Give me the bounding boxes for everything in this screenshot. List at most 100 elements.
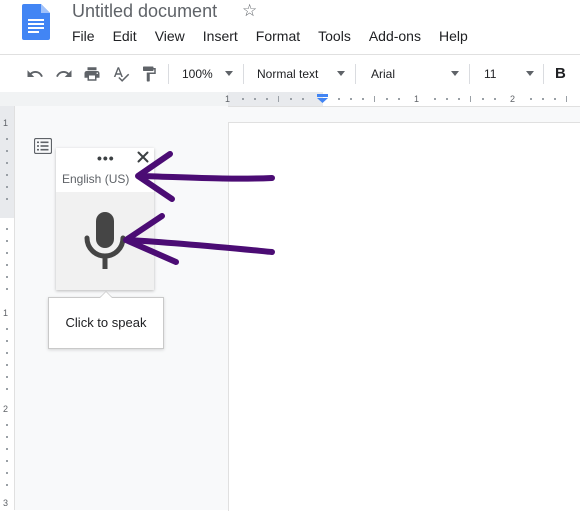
ruler-number: 1 bbox=[3, 308, 9, 318]
ruler-mark bbox=[6, 352, 8, 354]
ruler-mark bbox=[6, 228, 8, 230]
ruler-mark bbox=[458, 98, 460, 100]
ruler-mark bbox=[6, 288, 8, 290]
ruler-mark bbox=[6, 198, 8, 200]
ruler-mark bbox=[6, 328, 8, 330]
ruler-mark bbox=[278, 96, 279, 102]
ruler-mark bbox=[530, 98, 532, 100]
toolbar-divider bbox=[469, 64, 470, 84]
ruler-mark bbox=[6, 484, 8, 486]
font-chevron-down-icon[interactable] bbox=[451, 71, 459, 76]
ruler-mark bbox=[6, 150, 8, 152]
ruler-mark bbox=[482, 98, 484, 100]
docs-logo-icon[interactable] bbox=[22, 4, 50, 40]
vertical-ruler: 1 1 2 3 bbox=[0, 106, 15, 510]
ruler-mark bbox=[6, 252, 8, 254]
ruler-mark bbox=[6, 276, 8, 278]
toolbar-divider bbox=[168, 64, 169, 84]
menu-tools[interactable]: Tools bbox=[309, 26, 360, 46]
voice-typing-panel: ••• English (US) bbox=[56, 148, 154, 290]
menu-bar: File Edit View Insert Format Tools Add-o… bbox=[62, 26, 477, 46]
indent-marker-icon[interactable] bbox=[317, 94, 328, 103]
speak-tooltip: Click to speak bbox=[48, 297, 164, 349]
bold-button[interactable]: B bbox=[555, 55, 566, 92]
spellcheck-icon[interactable] bbox=[111, 55, 131, 92]
menu-help[interactable]: Help bbox=[430, 26, 477, 46]
ruler-mark bbox=[6, 436, 8, 438]
close-icon[interactable] bbox=[136, 150, 150, 164]
microphone-icon[interactable] bbox=[82, 212, 128, 272]
ruler-number: 3 bbox=[3, 498, 9, 508]
ruler-number: 2 bbox=[3, 404, 9, 414]
app-header: Untitled document ☆ File Edit View Inser… bbox=[0, 0, 580, 52]
ruler-number: 1 bbox=[3, 118, 9, 128]
document-title[interactable]: Untitled document bbox=[72, 0, 217, 22]
mic-button[interactable] bbox=[56, 192, 154, 290]
size-chevron-down-icon[interactable] bbox=[526, 71, 534, 76]
ruler-mark bbox=[6, 364, 8, 366]
zoom-chevron-down-icon[interactable] bbox=[225, 71, 233, 76]
document-outline-icon[interactable] bbox=[34, 138, 52, 154]
font-size-value: 11 bbox=[484, 66, 497, 81]
ruler-mark bbox=[6, 388, 8, 390]
ruler-mark bbox=[6, 162, 8, 164]
ruler-mark bbox=[374, 96, 375, 102]
tooltip-pointer-fill bbox=[100, 292, 112, 298]
ruler-mark bbox=[6, 340, 8, 342]
ruler-mark bbox=[254, 98, 256, 100]
paragraph-style-select[interactable]: Normal text bbox=[257, 55, 347, 92]
style-chevron-down-icon[interactable] bbox=[337, 71, 345, 76]
tooltip-text: Click to speak bbox=[65, 315, 147, 330]
ruler-mark bbox=[398, 98, 400, 100]
redo-icon[interactable] bbox=[55, 55, 73, 92]
language-label[interactable]: English (US) bbox=[62, 172, 129, 186]
toolbar-divider bbox=[355, 64, 356, 84]
menu-insert[interactable]: Insert bbox=[194, 26, 247, 46]
ruler-mark bbox=[290, 98, 292, 100]
print-icon[interactable] bbox=[83, 55, 101, 92]
menu-add-ons[interactable]: Add-ons bbox=[360, 26, 430, 46]
zoom-value: 100% bbox=[182, 66, 213, 81]
ruler-mark bbox=[542, 98, 544, 100]
toolbar-divider bbox=[543, 64, 544, 84]
ruler-mark bbox=[266, 98, 268, 100]
ruler-mark bbox=[566, 96, 567, 102]
ruler-number: 2 bbox=[510, 94, 516, 104]
font-family-select[interactable]: Arial bbox=[371, 55, 461, 92]
undo-icon[interactable] bbox=[26, 55, 44, 92]
ruler-mark bbox=[6, 448, 8, 450]
ruler-number: 1 bbox=[414, 94, 420, 104]
menu-format[interactable]: Format bbox=[247, 26, 309, 46]
menu-view[interactable]: View bbox=[146, 26, 194, 46]
toolbar: 100% Normal text Arial 11 B bbox=[0, 54, 580, 93]
ruler-mark bbox=[6, 174, 8, 176]
ruler-mark bbox=[6, 472, 8, 474]
paragraph-style-value: Normal text bbox=[257, 66, 319, 81]
ruler-mark bbox=[386, 98, 388, 100]
ruler-mark bbox=[6, 186, 8, 188]
ruler-mark bbox=[446, 98, 448, 100]
ruler-mark bbox=[302, 98, 304, 100]
menu-file[interactable]: File bbox=[62, 26, 104, 46]
ruler-mark bbox=[494, 98, 496, 100]
ruler-mark bbox=[6, 264, 8, 266]
more-options-icon[interactable]: ••• bbox=[97, 150, 115, 166]
paint-format-icon[interactable] bbox=[140, 55, 158, 92]
ruler-mark bbox=[6, 138, 8, 140]
ruler-mark bbox=[362, 98, 364, 100]
star-icon[interactable]: ☆ bbox=[242, 1, 257, 21]
ruler-mark bbox=[350, 98, 352, 100]
ruler-number: 1 bbox=[225, 94, 231, 104]
ruler-mark bbox=[434, 98, 436, 100]
ruler-mark bbox=[554, 98, 556, 100]
document-page[interactable] bbox=[228, 122, 580, 511]
font-family-value: Arial bbox=[371, 66, 396, 81]
menu-edit[interactable]: Edit bbox=[104, 26, 146, 46]
ruler-mark bbox=[6, 460, 8, 462]
ruler-mark bbox=[6, 376, 8, 378]
ruler-mark bbox=[6, 424, 8, 426]
ruler-mark bbox=[6, 240, 8, 242]
toolbar-divider bbox=[243, 64, 244, 84]
font-size-select[interactable]: 11 bbox=[484, 55, 524, 92]
ruler-mark bbox=[242, 98, 244, 100]
